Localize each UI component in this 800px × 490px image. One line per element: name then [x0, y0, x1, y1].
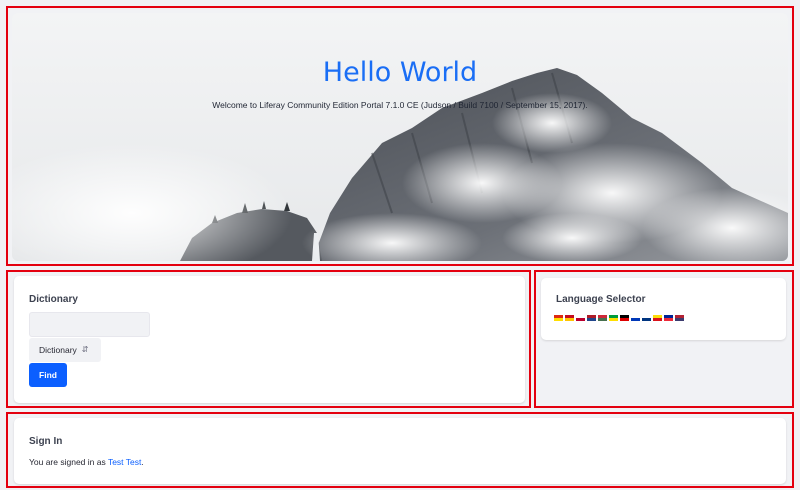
german-flag-icon[interactable] — [620, 315, 629, 321]
chinese-flag-icon[interactable] — [554, 315, 563, 321]
dictionary-search-input[interactable] — [29, 312, 150, 337]
finnish-flag-icon[interactable] — [642, 315, 651, 321]
mountain-background-image — [12, 13, 788, 261]
find-button[interactable]: Find — [29, 363, 67, 387]
dictionary-select-value: Dictionary — [39, 345, 77, 355]
hungarian-flag-icon[interactable] — [598, 315, 607, 321]
user-name-link[interactable]: Test Test — [108, 457, 141, 467]
brazilian-flag-icon[interactable] — [609, 315, 618, 321]
signed-in-message: You are signed in as Test Test. — [29, 457, 144, 467]
us-flag-icon[interactable] — [675, 315, 684, 321]
japanese-flag-icon[interactable] — [576, 315, 585, 321]
language-flag-list — [554, 315, 684, 321]
catalan-flag-icon[interactable] — [653, 315, 662, 321]
hero-title: Hello World — [322, 57, 478, 88]
sign-in-title: Sign In — [29, 436, 63, 447]
french-flag-icon[interactable] — [664, 315, 673, 321]
spanish-flag-icon[interactable] — [565, 315, 574, 321]
sort-arrows-icon: ⇵ — [81, 345, 89, 354]
language-selector-portlet: Language Selector — [541, 278, 786, 340]
hebrew-flag-icon[interactable] — [631, 315, 640, 321]
hero-subtitle: Welcome to Liferay Community Edition Por… — [212, 100, 588, 110]
language-selector-title: Language Selector — [556, 294, 646, 305]
dictionary-type-select[interactable]: Dictionary ⇵ — [29, 338, 101, 362]
sign-in-portlet: Sign In You are signed in as Test Test. — [14, 418, 786, 484]
dutch-flag-icon[interactable] — [587, 315, 596, 321]
dictionary-title: Dictionary — [29, 294, 78, 305]
dictionary-portlet: Dictionary Dictionary ⇵ Find — [14, 276, 525, 403]
hero-banner: Hello World Welcome to Liferay Community… — [12, 13, 788, 261]
